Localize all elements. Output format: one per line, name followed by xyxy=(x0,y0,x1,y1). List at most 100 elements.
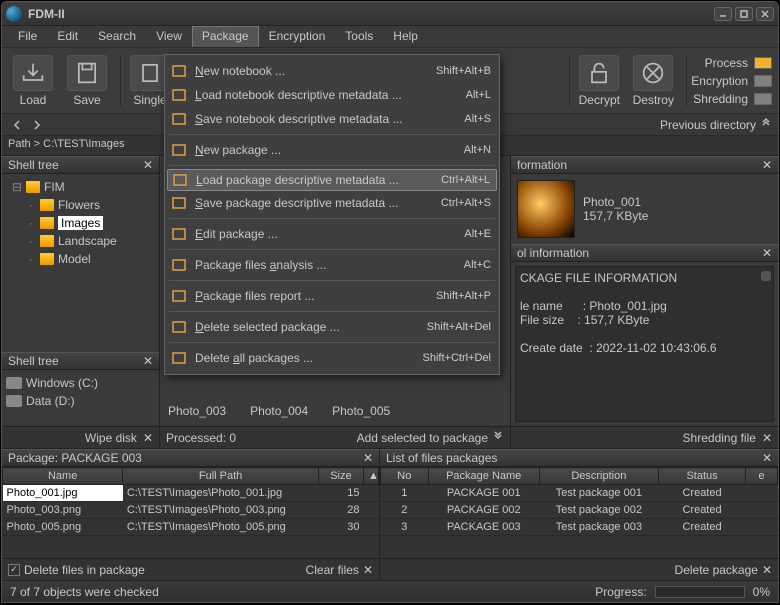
menu-item-analysis[interactable]: Package files analysis ...Alt+C xyxy=(165,253,499,277)
panel-close-icon[interactable]: ✕ xyxy=(363,451,373,465)
tree-node-fim[interactable]: ⊟FIM xyxy=(4,178,157,196)
table-row[interactable]: Photo_001.jpgC:\TEST\Images\Photo_001.jp… xyxy=(3,485,379,502)
menu-item-package-load[interactable]: Load package descriptive metadata ...Ctr… xyxy=(167,169,497,191)
package-files-table[interactable]: NameFull PathSize▲Photo_001.jpgC:\TEST\I… xyxy=(2,467,379,558)
menu-file[interactable]: File xyxy=(8,26,47,47)
menu-search[interactable]: Search xyxy=(88,26,146,47)
drive-item[interactable]: Data (D:) xyxy=(6,392,155,410)
nav-back-button[interactable] xyxy=(8,117,26,133)
app-icon xyxy=(6,6,22,22)
package-panel-header: Package: PACKAGE 003✕ xyxy=(2,449,379,467)
menu-edit[interactable]: Edit xyxy=(47,26,88,47)
table-row[interactable]: Photo_005.pngC:\TEST\Images\Photo_005.pn… xyxy=(3,519,379,536)
add-to-package-label[interactable]: Add selected to package xyxy=(357,431,488,445)
delete-all-icon xyxy=(169,349,189,367)
console-scroll-thumb[interactable] xyxy=(761,271,771,281)
drive-item[interactable]: Windows (C:) xyxy=(6,374,155,392)
thumbnail-item[interactable]: Photo_004 xyxy=(250,398,308,418)
destroy-label: Destroy xyxy=(628,93,678,107)
menu-item-notebook-load[interactable]: Load notebook descriptive metadata ...Al… xyxy=(165,83,499,107)
menu-item-package-save[interactable]: Save package descriptive metadata ...Ctr… xyxy=(165,191,499,215)
delete-files-label[interactable]: Delete files in package xyxy=(24,563,145,577)
notebook-icon xyxy=(169,62,189,80)
indicator-shredding: Shredding xyxy=(691,90,772,108)
package-save-icon xyxy=(169,194,189,212)
panel-close-icon[interactable]: ✕ xyxy=(762,246,772,260)
indicator-swatch xyxy=(754,75,772,87)
delete-files-checkbox[interactable] xyxy=(8,564,20,576)
panel-close-icon[interactable]: ✕ xyxy=(762,158,772,172)
folder-tree[interactable]: ⊟FIM·Flowers·Images·Landscape·Model xyxy=(2,174,159,352)
menu-view[interactable]: View xyxy=(146,26,192,47)
decrypt-button[interactable]: Decrypt xyxy=(574,55,624,107)
package-icon xyxy=(169,141,189,159)
shredding-close-icon[interactable]: ✕ xyxy=(762,431,772,445)
thumbnail-item[interactable]: Photo_003 xyxy=(168,398,226,418)
menu-help[interactable]: Help xyxy=(383,26,428,47)
report-icon xyxy=(169,287,189,305)
status-bar: 7 of 7 objects were checked Progress: 0% xyxy=(2,580,778,602)
wipe-disk-label[interactable]: Wipe disk xyxy=(85,431,137,445)
menu-item-notebook[interactable]: New notebook ...Shift+Alt+B xyxy=(165,59,499,83)
save-button[interactable]: Save xyxy=(62,55,112,107)
menu-item-notebook-save[interactable]: Save notebook descriptive metadata ...Al… xyxy=(165,107,499,131)
minimize-button[interactable] xyxy=(714,7,732,21)
delete-package-icon[interactable]: ✕ xyxy=(762,563,772,577)
progress-label: Progress: xyxy=(595,585,646,599)
destroy-button[interactable]: Destroy xyxy=(628,55,678,107)
shredding-file-label[interactable]: Shredding file xyxy=(683,431,756,445)
decrypt-label: Decrypt xyxy=(574,93,624,107)
delete-package-label[interactable]: Delete package xyxy=(675,563,758,577)
prevdir-chevron-icon[interactable] xyxy=(760,117,772,132)
console-output: CKAGE FILE INFORMATION le name : Photo_0… xyxy=(515,266,774,422)
drives-list: Windows (C:)Data (D:) xyxy=(2,370,159,426)
menu-item-package[interactable]: New package ...Alt+N xyxy=(165,138,499,162)
thumbnail-item[interactable]: Photo_005 xyxy=(332,398,390,418)
delete-icon xyxy=(169,318,189,336)
panel-close-icon[interactable]: ✕ xyxy=(762,451,772,465)
package-footer: Delete files in package Clear files ✕ xyxy=(2,558,379,580)
list-footer: Delete package ✕ xyxy=(380,558,778,580)
info-header: formation✕ xyxy=(511,156,778,174)
clear-files-icon[interactable]: ✕ xyxy=(363,563,373,577)
tree-node-flowers[interactable]: ·Flowers xyxy=(4,196,157,214)
indicator-swatch xyxy=(754,57,772,69)
progress-value: 0% xyxy=(753,585,770,599)
table-row[interactable]: 3PACKAGE 003Test package 003Created xyxy=(381,519,778,536)
indicator-swatch xyxy=(754,93,772,105)
menu-tools[interactable]: Tools xyxy=(335,26,383,47)
add-to-package-chevron-icon[interactable] xyxy=(492,430,504,445)
load-button[interactable]: Load xyxy=(8,55,58,107)
nav-forward-button[interactable] xyxy=(28,117,46,133)
list-panel-header: List of files packages✕ xyxy=(380,449,778,467)
clear-files-label[interactable]: Clear files xyxy=(306,563,359,577)
maximize-button[interactable] xyxy=(735,7,753,21)
previous-directory-label[interactable]: Previous directory xyxy=(660,118,756,132)
window-title: FDM-II xyxy=(28,7,711,21)
close-button[interactable] xyxy=(756,7,774,21)
wipe-disk-icon[interactable]: ✕ xyxy=(143,431,153,445)
menu-item-report[interactable]: Package files report ...Shift+Alt+P xyxy=(165,284,499,308)
panel-close-icon[interactable]: ✕ xyxy=(143,158,153,172)
wipe-disk-strip: Wipe disk ✕ xyxy=(2,426,159,448)
menu-encryption[interactable]: Encryption xyxy=(259,26,336,47)
menu-item-delete-all[interactable]: Delete all packages ...Shift+Ctrl+Del xyxy=(165,346,499,370)
panel-close-icon[interactable]: ✕ xyxy=(143,354,153,368)
tree-node-landscape[interactable]: ·Landscape xyxy=(4,232,157,250)
save-label: Save xyxy=(62,93,112,107)
shredding-strip: Shredding file ✕ xyxy=(511,426,778,448)
file-info-row: Photo_001 157,7 KByte xyxy=(511,174,778,244)
console-header: ol information✕ xyxy=(511,244,778,262)
packages-list-table[interactable]: NoPackage NameDescriptionStatuse1PACKAGE… xyxy=(380,467,778,558)
tree-node-images[interactable]: ·Images xyxy=(4,214,157,232)
table-row[interactable]: 1PACKAGE 001Test package 001Created xyxy=(381,485,778,502)
table-row[interactable]: 2PACKAGE 002Test package 002Created xyxy=(381,502,778,519)
table-row[interactable]: Photo_003.pngC:\TEST\Images\Photo_003.pn… xyxy=(3,502,379,519)
menu-item-package-edit[interactable]: Edit package ...Alt+E xyxy=(165,222,499,246)
menu-package[interactable]: Package xyxy=(192,26,259,47)
tree-node-model[interactable]: ·Model xyxy=(4,250,157,268)
menu-item-delete[interactable]: Delete selected package ...Shift+Alt+Del xyxy=(165,315,499,339)
progress-bar xyxy=(655,586,745,598)
indicator-encryption: Encryption xyxy=(691,72,772,90)
mid-footer: Processed: 0 Add selected to package xyxy=(160,426,510,448)
